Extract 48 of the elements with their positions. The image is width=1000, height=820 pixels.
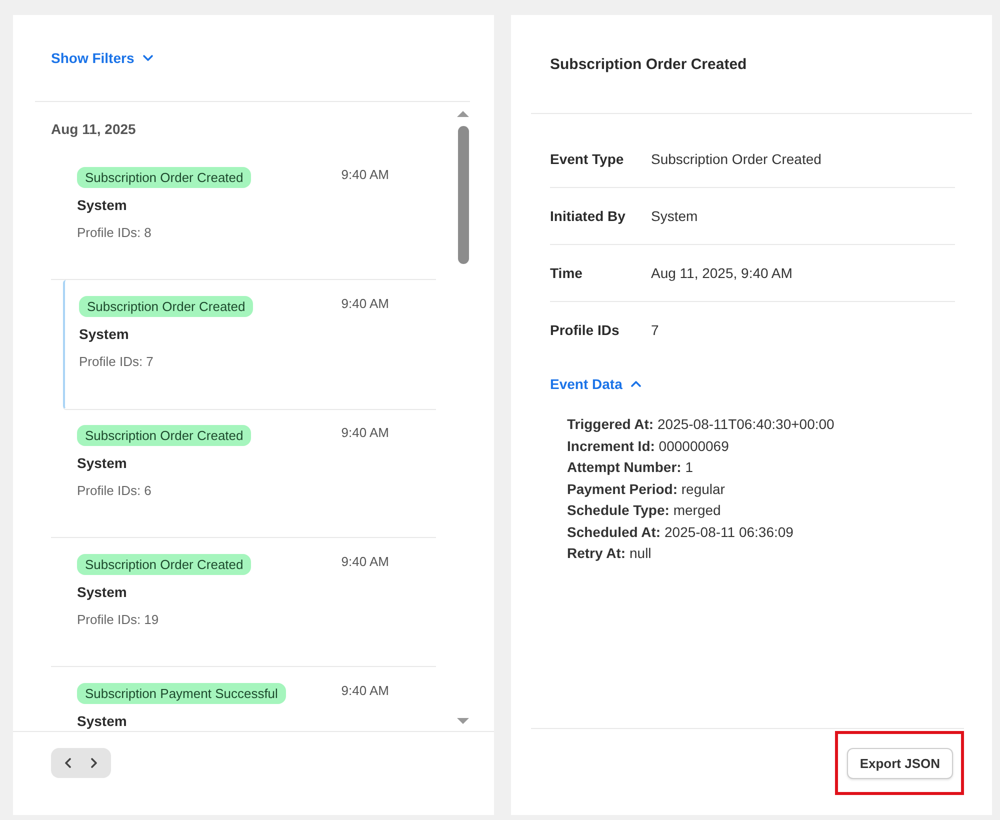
field-value: 7 — [651, 322, 659, 338]
event-item[interactable]: Subscription Order Created 9:40 AM System Profile IDs: 8 — [51, 151, 436, 280]
event-item[interactable]: Subscription Order Created 9:40 AM System Profile IDs: 19 — [51, 538, 436, 667]
profile-ids: Profile IDs: 7 — [79, 354, 154, 369]
scrollbar-thumb[interactable] — [458, 126, 468, 264]
event-time: 9:40 AM — [341, 425, 389, 440]
chevron-left-icon — [63, 758, 73, 768]
export-json-button[interactable]: Export JSON — [846, 748, 953, 779]
event-data-line: Payment Period: regular — [567, 480, 726, 499]
profile-ids: Profile IDs: 8 — [77, 225, 152, 240]
event-data-line: Attempt Number: 1 — [567, 458, 694, 477]
event-actor: System — [77, 713, 128, 729]
chevron-right-icon — [89, 758, 99, 768]
event-data-line: Scheduled At: 2025-08-11 06:36:09 — [567, 522, 794, 542]
field-label: Event Type — [550, 151, 625, 167]
event-actor: System — [77, 455, 128, 471]
event-time: 9:40 AM — [341, 167, 389, 182]
event-time: 9:40 AM — [341, 296, 389, 311]
event-time: 9:40 AM — [341, 554, 389, 569]
profile-ids: Profile IDs: 6 — [77, 483, 152, 498]
field-value: System — [651, 208, 698, 224]
event-actor: System — [77, 584, 128, 600]
event-badge: Subscription Order Created — [79, 296, 254, 317]
event-data-line: Retry At: null — [567, 544, 652, 563]
event-badge: Subscription Payment Successful — [77, 683, 286, 704]
event-actor: System — [79, 326, 130, 342]
event-badge: Subscription Order Created — [77, 167, 252, 188]
event-item[interactable]: Subscription Order Created 9:40 AM System Profile IDs: 7 — [63, 280, 436, 409]
event-item[interactable]: Subscription Order Created 9:40 AM System Profile IDs: 6 — [51, 409, 436, 538]
show-filters-link[interactable]: Show Filters — [51, 50, 154, 66]
event-data-line: Increment Id: 000000069 — [567, 436, 730, 456]
event-data-toggle[interactable]: Event Data — [550, 376, 642, 392]
scroll-up-arrow[interactable] — [457, 110, 469, 118]
field-label: Time — [550, 265, 584, 281]
field-label: Initiated By — [550, 208, 626, 224]
event-data-line: Triggered At: 2025-08-11T06:40:30+00:00 — [567, 415, 836, 434]
event-badge: Subscription Order Created — [77, 554, 252, 575]
profile-ids: Profile IDs: 19 — [77, 612, 160, 627]
detail-title: Subscription Order Created — [550, 56, 747, 72]
field-value: Aug 11, 2025, 9:40 AM — [651, 265, 792, 281]
event-data-line: Schedule Type: merged — [567, 501, 722, 520]
field-value: Subscription Order Created — [651, 151, 822, 167]
scroll-down-arrow[interactable] — [457, 717, 469, 725]
event-time: 9:40 AM — [341, 683, 389, 698]
field-label: Profile IDs — [550, 322, 620, 338]
date-heading: Aug 11, 2025 — [51, 120, 137, 139]
event-actor: System — [77, 197, 128, 213]
event-badge: Subscription Order Created — [77, 425, 252, 446]
